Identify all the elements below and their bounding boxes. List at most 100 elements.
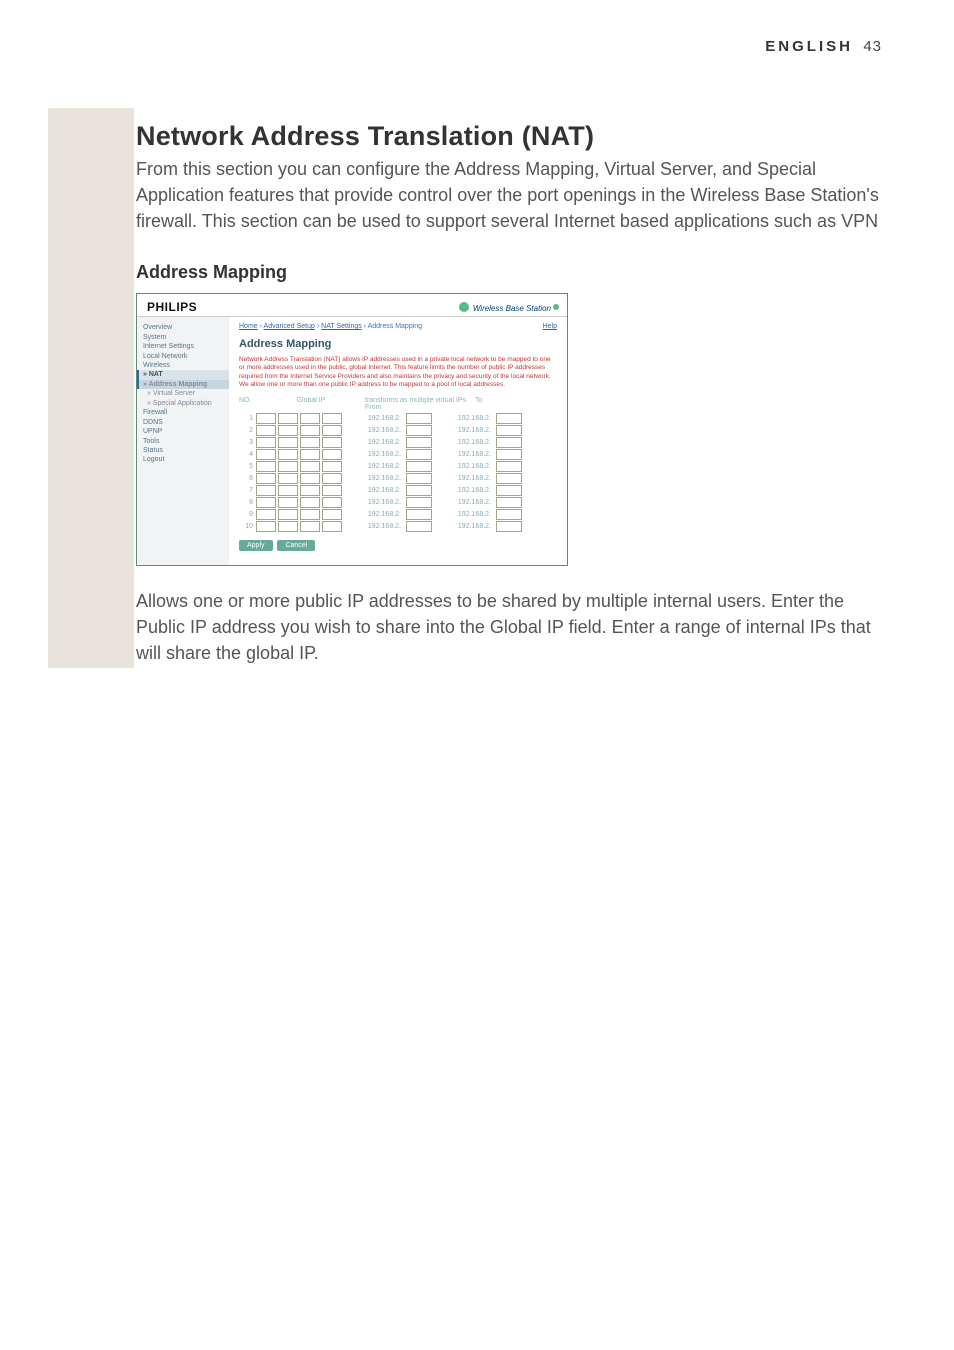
global-ip-octet[interactable] [278, 521, 298, 532]
global-ip-octet[interactable] [300, 473, 320, 484]
global-ip-octet[interactable] [256, 509, 276, 520]
global-ip-octet[interactable] [322, 449, 342, 460]
global-ip-octet[interactable] [256, 497, 276, 508]
global-ip-octet[interactable] [278, 437, 298, 448]
from-octet[interactable] [406, 425, 432, 436]
sidebar-item[interactable]: Tools [143, 437, 229, 446]
sidebar-item[interactable]: Overview [143, 323, 229, 332]
sidebar-item[interactable]: » NAT [137, 370, 229, 379]
global-ip-octet[interactable] [256, 485, 276, 496]
to-octet[interactable] [496, 449, 522, 460]
global-ip-octet[interactable] [300, 485, 320, 496]
to-prefix: 192.168.2. [435, 487, 493, 494]
crumb-home[interactable]: Home [239, 323, 258, 330]
global-ip-octet[interactable] [300, 497, 320, 508]
global-ip-octet[interactable] [322, 473, 342, 484]
outro-paragraph: Allows one or more public IP addresses t… [136, 588, 882, 666]
to-prefix: 192.168.2. [435, 451, 493, 458]
sidebar-item[interactable]: Wireless [143, 361, 229, 370]
global-ip-octet[interactable] [278, 473, 298, 484]
to-octet[interactable] [496, 425, 522, 436]
col-from: transforms as multiple virtual IPs From [365, 397, 475, 411]
to-octet[interactable] [496, 485, 522, 496]
global-ip-octet[interactable] [322, 485, 342, 496]
to-octet[interactable] [496, 461, 522, 472]
sidebar-item[interactable]: » Address Mapping [137, 380, 229, 389]
from-octet[interactable] [406, 485, 432, 496]
col-no: NO. [239, 397, 257, 411]
global-ip-octet[interactable] [300, 509, 320, 520]
global-ip-octet[interactable] [300, 461, 320, 472]
global-ip-octet[interactable] [278, 509, 298, 520]
sidebar-item[interactable]: » Special Application [143, 399, 229, 408]
table-row: 4192.168.2.192.168.2. [239, 449, 557, 460]
apply-button[interactable]: Apply [239, 540, 273, 551]
global-ip-octet[interactable] [322, 497, 342, 508]
from-octet[interactable] [406, 473, 432, 484]
to-octet[interactable] [496, 413, 522, 424]
global-ip-octet[interactable] [322, 413, 342, 424]
global-ip-octet[interactable] [278, 497, 298, 508]
global-ip-octet[interactable] [300, 521, 320, 532]
global-ip-octet[interactable] [300, 437, 320, 448]
to-octet[interactable] [496, 497, 522, 508]
sidebar-item[interactable]: UPNP [143, 427, 229, 436]
table-row: 2192.168.2.192.168.2. [239, 425, 557, 436]
sidebar-item[interactable]: Local Network [143, 352, 229, 361]
sidebar-item[interactable]: Status [143, 446, 229, 455]
global-ip-octet[interactable] [322, 425, 342, 436]
global-ip-octet[interactable] [256, 425, 276, 436]
from-octet[interactable] [406, 449, 432, 460]
row-number: 9 [239, 511, 253, 518]
global-ip-octet[interactable] [256, 437, 276, 448]
global-ip-octet[interactable] [256, 521, 276, 532]
from-octet[interactable] [406, 509, 432, 520]
to-octet[interactable] [496, 437, 522, 448]
from-octet[interactable] [406, 497, 432, 508]
global-ip-octet[interactable] [256, 461, 276, 472]
sidebar-item[interactable]: Internet Settings [143, 342, 229, 351]
from-prefix: 192.168.2. [345, 475, 403, 482]
from-prefix: 192.168.2. [345, 427, 403, 434]
global-ip-octet[interactable] [278, 449, 298, 460]
page-number: 43 [863, 38, 882, 55]
to-prefix: 192.168.2. [435, 523, 493, 530]
help-link[interactable]: Help [543, 323, 557, 330]
global-ip-octet[interactable] [256, 413, 276, 424]
global-ip-octet[interactable] [278, 485, 298, 496]
sidebar-nav: OverviewSystemInternet SettingsLocal Net… [137, 317, 229, 565]
sidebar-item[interactable]: Logout [143, 455, 229, 464]
sidebar-item[interactable]: DDNS [143, 418, 229, 427]
from-octet[interactable] [406, 521, 432, 532]
global-ip-octet[interactable] [278, 413, 298, 424]
global-ip-octet[interactable] [278, 425, 298, 436]
global-ip-octet[interactable] [300, 413, 320, 424]
to-octet[interactable] [496, 521, 522, 532]
col-to: To [475, 397, 547, 411]
global-ip-octet[interactable] [278, 461, 298, 472]
to-octet[interactable] [496, 473, 522, 484]
cancel-button[interactable]: Cancel [277, 540, 315, 551]
from-octet[interactable] [406, 413, 432, 424]
global-ip-octet[interactable] [300, 425, 320, 436]
running-head: ENGLISH 43 [136, 38, 882, 55]
to-prefix: 192.168.2. [435, 439, 493, 446]
global-ip-octet[interactable] [256, 473, 276, 484]
global-ip-octet[interactable] [322, 521, 342, 532]
table-row: 8192.168.2.192.168.2. [239, 497, 557, 508]
sidebar-item[interactable]: System [143, 333, 229, 342]
sidebar-item[interactable]: Firewall [143, 408, 229, 417]
to-octet[interactable] [496, 509, 522, 520]
global-ip-octet[interactable] [322, 437, 342, 448]
section-heading: Address Mapping [136, 262, 882, 283]
sidebar-item[interactable]: » Virtual Server [143, 389, 229, 398]
global-ip-octet[interactable] [300, 449, 320, 460]
crumb-advanced[interactable]: Advanced Setup [264, 323, 315, 330]
table-row: 1192.168.2.192.168.2. [239, 413, 557, 424]
global-ip-octet[interactable] [322, 461, 342, 472]
from-octet[interactable] [406, 461, 432, 472]
global-ip-octet[interactable] [256, 449, 276, 460]
from-octet[interactable] [406, 437, 432, 448]
global-ip-octet[interactable] [322, 509, 342, 520]
crumb-nat[interactable]: NAT Settings [321, 323, 362, 330]
